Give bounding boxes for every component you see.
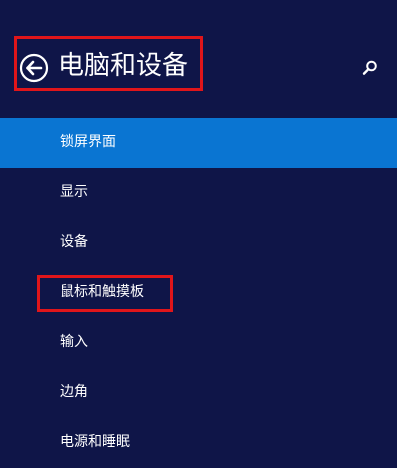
nav-item-mouse-touchpad[interactable]: 鼠标和触摸板 [0,268,397,318]
nav-item-display[interactable]: 显示 [0,168,397,218]
nav-item-power-sleep[interactable]: 电源和睡眠 [0,418,397,468]
nav-item-typing[interactable]: 输入 [0,318,397,368]
search-button[interactable] [361,59,379,77]
nav-item-devices[interactable]: 设备 [0,218,397,268]
nav-item-label: 输入 [60,334,88,350]
search-icon [362,60,377,75]
nav-item-label: 设备 [60,234,88,250]
nav-item-label: 锁屏界面 [60,134,116,150]
nav-item-corners[interactable]: 边角 [0,368,397,418]
nav-item-label: 边角 [60,384,88,400]
settings-nav-list: 锁屏界面 显示 设备 鼠标和触摸板 输入 边角 电源和睡眠 [0,118,397,468]
title-annotation-box [14,36,203,91]
nav-item-label: 鼠标和触摸板 [60,284,144,300]
nav-item-label: 电源和睡眠 [60,434,130,450]
nav-item-label: 显示 [60,184,88,200]
nav-item-lock-screen[interactable]: 锁屏界面 [0,118,397,168]
